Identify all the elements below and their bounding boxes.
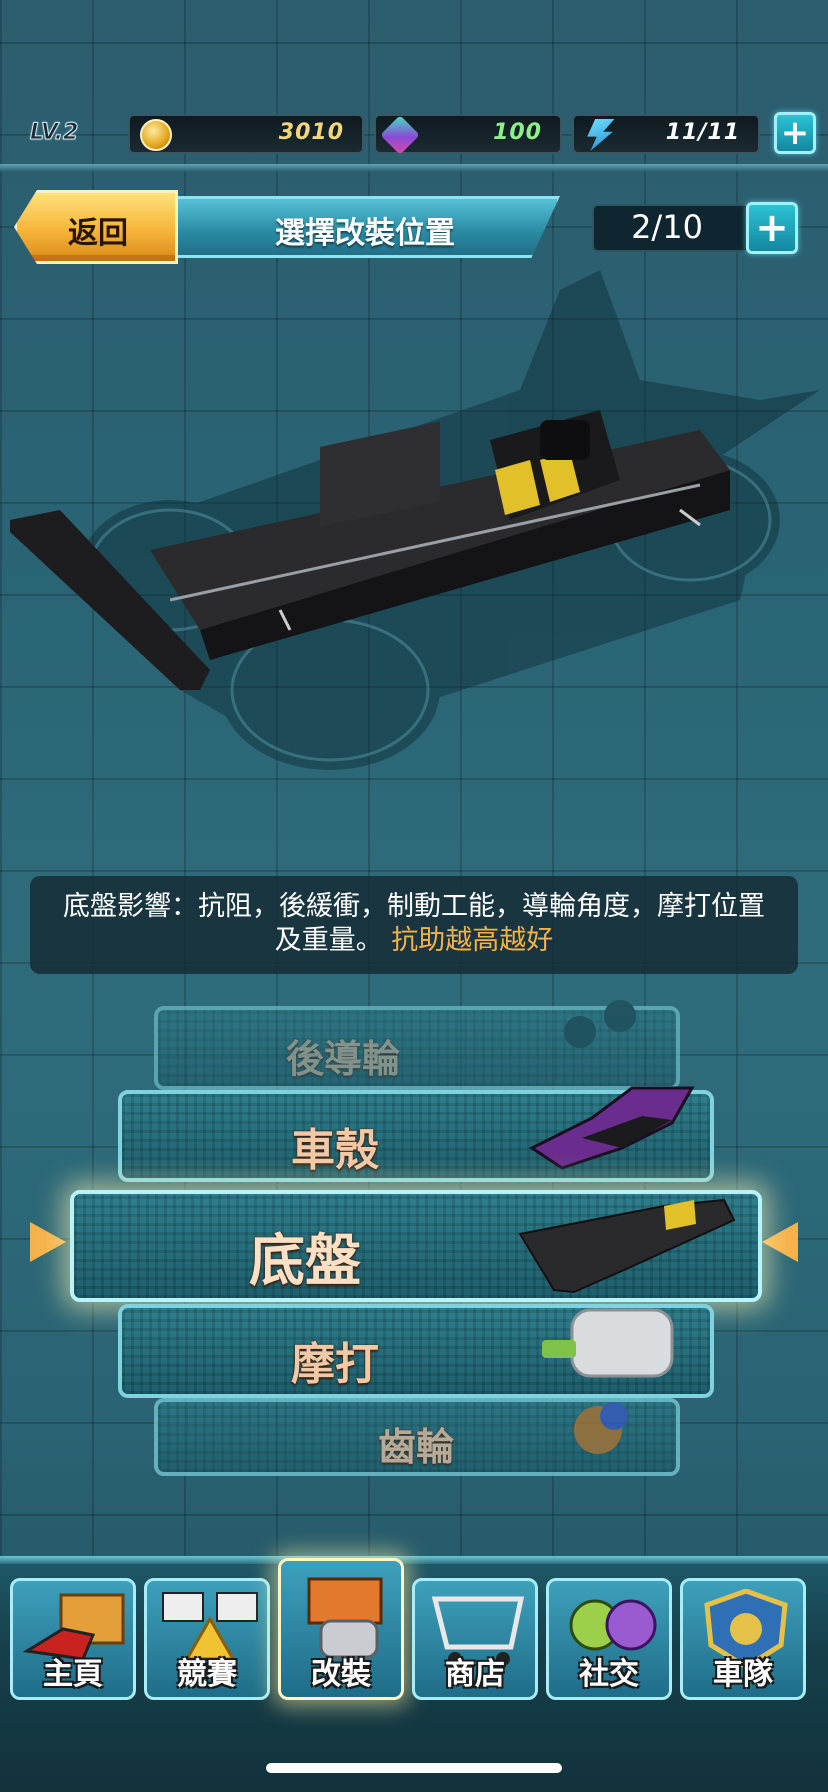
- plus-icon: +: [780, 113, 810, 153]
- part-option-motor[interactable]: 摩打: [118, 1304, 714, 1398]
- nav-social[interactable]: 社交: [546, 1578, 672, 1700]
- gem-counter: 100: [374, 114, 562, 155]
- part-option-gear[interactable]: 齒輪: [154, 1398, 680, 1476]
- nav-workshop[interactable]: 改裝: [278, 1558, 404, 1700]
- nav-label: 車隊: [713, 1657, 773, 1692]
- gear-icon: [574, 1402, 628, 1454]
- nav-label: 改裝: [311, 1657, 371, 1692]
- resource-bar: LV.2 3010 100 11/11 +: [0, 108, 828, 158]
- coin-counter: 3010: [128, 114, 364, 154]
- nav-shop[interactable]: 商店: [412, 1578, 538, 1700]
- plus-icon: +: [755, 205, 789, 251]
- back-button-label[interactable]: 返回: [68, 208, 128, 252]
- coin-icon: [140, 119, 172, 151]
- scroll-left-arrow-icon[interactable]: [30, 1222, 66, 1262]
- page-title: 選擇改裝位置: [275, 216, 455, 251]
- gem-value: 100: [493, 120, 542, 145]
- part-label: 後導輪: [285, 1037, 400, 1081]
- nav-team[interactable]: 車隊: [680, 1578, 806, 1700]
- nav-label: 主頁: [43, 1657, 103, 1692]
- energy-bolt-icon: [587, 119, 615, 151]
- rear-roller-icon: [564, 1000, 636, 1048]
- part-description: 底盤影響：抗阻，後緩衝，制動工能，導輪角度，摩打位置及重量。 抗助越高越好: [30, 876, 798, 974]
- add-energy-button[interactable]: +: [774, 112, 816, 154]
- divider: [0, 164, 828, 172]
- home-indicator[interactable]: [266, 1763, 562, 1773]
- car-body-icon: [529, 1086, 695, 1170]
- nav-label: 社交: [579, 1657, 639, 1692]
- chassis-preview[interactable]: [0, 270, 828, 810]
- motor-icon: [542, 1308, 674, 1378]
- scroll-right-arrow-icon[interactable]: [762, 1222, 798, 1262]
- player-level: LV.2: [29, 120, 79, 146]
- energy-value: 11/11: [665, 120, 740, 145]
- part-option-car-body[interactable]: 車殼: [118, 1086, 714, 1182]
- description-highlight: 抗助越高越好: [391, 925, 554, 956]
- gem-icon: [380, 115, 420, 155]
- part-option-chassis[interactable]: 底盤: [70, 1190, 762, 1302]
- slot-counter-value: 2/10: [631, 208, 703, 246]
- nav-label: 競賽: [177, 1657, 237, 1692]
- nav-home[interactable]: 主頁: [10, 1578, 136, 1700]
- energy-counter: 11/11: [572, 114, 760, 154]
- nav-label: 商店: [445, 1657, 505, 1692]
- coin-value: 3010: [278, 120, 344, 145]
- add-slot-button[interactable]: +: [746, 202, 798, 254]
- chassis-icon: [518, 1198, 736, 1294]
- nav-race[interactable]: 競賽: [144, 1578, 270, 1700]
